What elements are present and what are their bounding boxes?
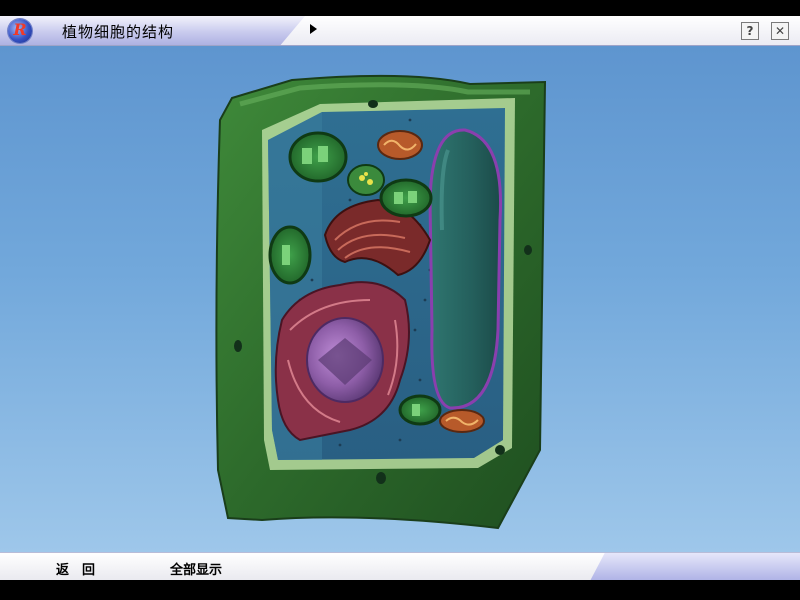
mitochondrion <box>439 409 485 433</box>
show-all-button[interactable]: 全部显示 <box>170 559 222 578</box>
help-button[interactable]: ? <box>741 22 759 40</box>
chloroplast <box>379 178 433 218</box>
chloroplast <box>347 164 385 196</box>
bottom-black-band <box>0 580 800 600</box>
bottom-nav-bar: 返 回 全部显示 <box>0 552 800 581</box>
chloroplast <box>288 131 348 183</box>
central-vacuole <box>428 128 503 410</box>
page-title: 植物细胞的结构 <box>62 23 175 41</box>
mitochondrion <box>377 130 423 160</box>
chloroplast <box>398 394 442 426</box>
plant-cell-illustration <box>215 74 547 530</box>
play-arrow-icon[interactable] <box>310 24 317 34</box>
close-button[interactable]: ✕ <box>771 22 789 40</box>
top-black-band <box>0 0 800 16</box>
title-bar: R 植物细胞的结构 ? ✕ <box>0 16 800 46</box>
chloroplast <box>268 225 312 285</box>
back-button[interactable]: 返 回 <box>56 559 95 578</box>
bottom-tab-decoration <box>590 553 800 581</box>
app-logo-icon: R <box>8 19 32 43</box>
diagram-canvas <box>0 46 800 552</box>
logo-letter: R <box>13 20 27 39</box>
